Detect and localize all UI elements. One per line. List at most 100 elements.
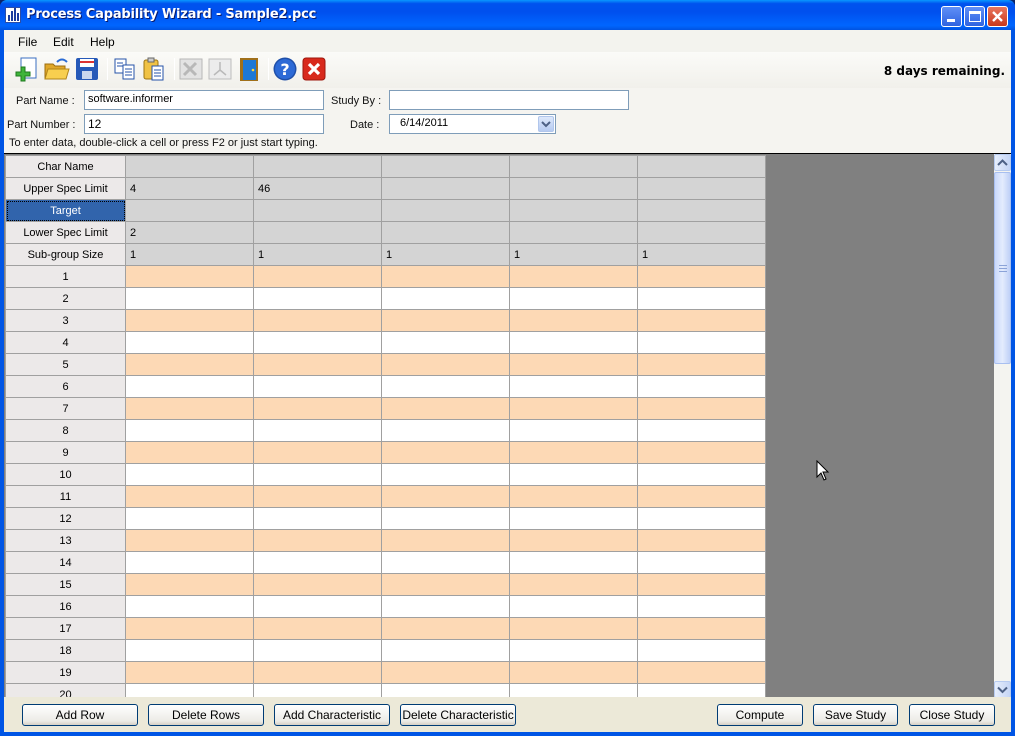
grid-cell[interactable] (381, 199, 510, 222)
copy-button[interactable] (112, 56, 138, 82)
grid-cell[interactable]: 1 (637, 243, 766, 266)
grid-cell[interactable] (125, 485, 254, 508)
grid-cell[interactable] (637, 551, 766, 574)
scroll-down-button[interactable] (994, 681, 1011, 697)
add-characteristic-button[interactable]: Add Characteristic (274, 704, 390, 726)
grid-cell[interactable] (381, 177, 510, 200)
grid-cell[interactable] (509, 155, 638, 178)
grid-cell[interactable] (125, 309, 254, 332)
grid-cell[interactable] (125, 639, 254, 662)
grid-cell[interactable] (125, 661, 254, 684)
grid-cell[interactable] (637, 397, 766, 420)
row-header[interactable]: Char Name (5, 155, 126, 178)
row-number[interactable]: 6 (5, 375, 126, 398)
row-number[interactable]: 3 (5, 309, 126, 332)
grid-cell[interactable] (125, 595, 254, 618)
row-number[interactable]: 9 (5, 441, 126, 464)
grid-cell[interactable] (125, 683, 254, 697)
grid-cell[interactable] (253, 463, 382, 486)
minimize-button[interactable] (941, 6, 962, 27)
grid-cell[interactable] (253, 441, 382, 464)
part-name-input[interactable]: software.informer (84, 90, 324, 110)
grid-cell[interactable] (253, 551, 382, 574)
row-header[interactable]: Lower Spec Limit (5, 221, 126, 244)
grid-cell[interactable] (509, 265, 638, 288)
grid-cell[interactable] (125, 573, 254, 596)
grid-cell[interactable] (509, 683, 638, 697)
export-excel-button[interactable] (178, 56, 204, 82)
grid-cell[interactable] (637, 177, 766, 200)
grid-cell[interactable] (253, 309, 382, 332)
grid-cell[interactable] (253, 419, 382, 442)
grid-cell[interactable] (637, 155, 766, 178)
close-button[interactable] (301, 56, 327, 82)
row-number[interactable]: 5 (5, 353, 126, 376)
grid-cell[interactable] (381, 221, 510, 244)
grid-cell[interactable] (637, 507, 766, 530)
grid-cell[interactable] (509, 595, 638, 618)
grid-cell[interactable] (381, 529, 510, 552)
grid-cell[interactable] (509, 287, 638, 310)
row-number[interactable]: 17 (5, 617, 126, 640)
grid-cell[interactable] (253, 507, 382, 530)
grid-cell[interactable] (637, 529, 766, 552)
grid-cell[interactable] (253, 353, 382, 376)
new-button[interactable] (14, 56, 40, 82)
grid-cell[interactable] (637, 353, 766, 376)
grid-cell[interactable] (125, 375, 254, 398)
add-row-button[interactable]: Add Row (22, 704, 138, 726)
date-picker[interactable]: 6/14/2011 (389, 114, 556, 134)
row-number[interactable]: 13 (5, 529, 126, 552)
grid-cell[interactable] (381, 155, 510, 178)
grid-cell[interactable] (253, 265, 382, 288)
compute-button[interactable]: Compute (717, 704, 803, 726)
data-grid[interactable]: Char Name Upper Spec Limit 4 46 Target Lower … (4, 153, 1011, 697)
grid-cell[interactable]: 1 (253, 243, 382, 266)
grid-cell[interactable] (509, 639, 638, 662)
row-number[interactable]: 10 (5, 463, 126, 486)
grid-cell[interactable] (637, 331, 766, 354)
exit-button[interactable] (236, 56, 262, 82)
save-button[interactable] (74, 56, 100, 82)
grid-cell[interactable] (253, 529, 382, 552)
grid-cell[interactable] (381, 551, 510, 574)
grid-cell[interactable] (509, 199, 638, 222)
row-number[interactable]: 12 (5, 507, 126, 530)
grid-cell[interactable] (125, 617, 254, 640)
date-dropdown-button[interactable] (538, 116, 554, 132)
grid-cell[interactable] (253, 155, 382, 178)
grid-cell[interactable] (381, 573, 510, 596)
grid-cell[interactable]: 1 (381, 243, 510, 266)
grid-cell[interactable] (381, 617, 510, 640)
grid-cell[interactable] (509, 177, 638, 200)
grid-cell[interactable] (381, 595, 510, 618)
scroll-up-button[interactable] (994, 154, 1011, 171)
grid-cell[interactable] (125, 441, 254, 464)
grid-cell[interactable] (637, 441, 766, 464)
close-window-button[interactable] (987, 6, 1008, 27)
grid-cell[interactable] (381, 639, 510, 662)
grid-cell[interactable] (381, 331, 510, 354)
row-header[interactable]: Target (5, 199, 126, 222)
row-header[interactable]: Upper Spec Limit (5, 177, 126, 200)
grid-cell[interactable] (125, 353, 254, 376)
row-number[interactable]: 1 (5, 265, 126, 288)
grid-cell[interactable] (253, 639, 382, 662)
grid-cell[interactable] (509, 485, 638, 508)
menu-edit[interactable]: Edit (53, 35, 74, 49)
close-study-button[interactable]: Close Study (909, 704, 995, 726)
row-number[interactable]: 19 (5, 661, 126, 684)
grid-cell[interactable] (381, 507, 510, 530)
study-by-input[interactable] (389, 90, 629, 110)
grid-cell[interactable] (637, 287, 766, 310)
row-number[interactable]: 14 (5, 551, 126, 574)
grid-cell[interactable]: 1 (509, 243, 638, 266)
grid-cell[interactable] (253, 661, 382, 684)
grid-cell[interactable] (509, 551, 638, 574)
paste-button[interactable] (141, 56, 167, 82)
grid-cell[interactable] (253, 595, 382, 618)
grid-cell[interactable] (125, 265, 254, 288)
grid-cell[interactable] (381, 375, 510, 398)
row-number[interactable]: 4 (5, 331, 126, 354)
grid-cell[interactable] (381, 287, 510, 310)
